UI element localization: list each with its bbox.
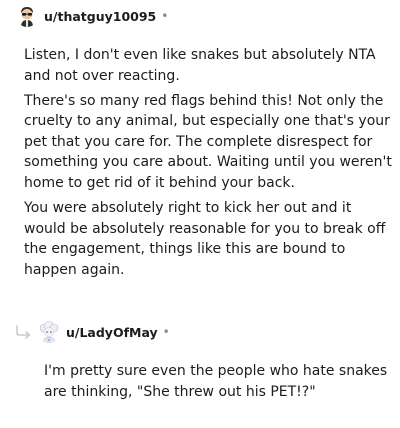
reply-arrow-icon <box>16 325 31 339</box>
comment-paragraph: You were absolutely right to kick her ou… <box>24 200 386 278</box>
comment-header: u/LadyOfMay • <box>38 320 170 344</box>
comment-body: Listen, I don't even like snakes but abs… <box>24 45 392 285</box>
user-avatar[interactable] <box>16 5 38 27</box>
username-link[interactable]: u/LadyOfMay <box>66 325 158 340</box>
meta-separator: • <box>161 9 169 23</box>
comment-paragraph: Listen, I don't even like snakes but abs… <box>24 47 376 84</box>
comment-paragraph: There's so many red flags behind this! N… <box>24 92 392 192</box>
snoo-avatar-white-hair-icon <box>38 321 60 343</box>
username-link[interactable]: u/thatguy10095 <box>44 9 156 24</box>
meta-separator: • <box>162 325 170 339</box>
snoo-avatar-sunglasses-icon <box>16 5 38 27</box>
comment-paragraph: I'm pretty sure even the people who hate… <box>44 363 388 400</box>
user-avatar[interactable] <box>38 321 60 343</box>
comment-header: u/thatguy10095 • <box>16 4 168 28</box>
comment-body: I'm pretty sure even the people who hate… <box>44 361 394 402</box>
